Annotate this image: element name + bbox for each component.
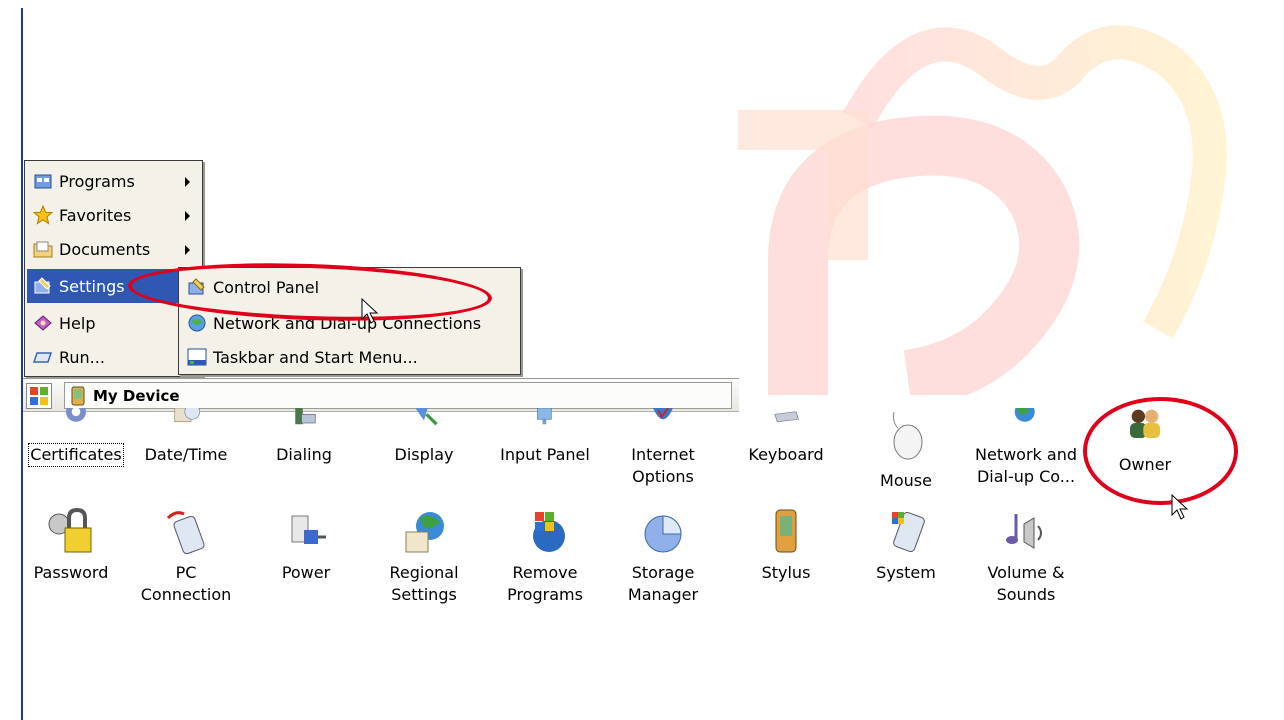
regional-settings-icon — [405, 512, 444, 553]
menu-item-run[interactable]: Run... — [27, 340, 200, 374]
windows-flag-icon — [30, 387, 48, 405]
mouse-icon — [893, 411, 923, 460]
menu-item-programs[interactable]: Programs — [27, 164, 200, 198]
watermark-logo — [738, 0, 1284, 395]
submenu-arrow-icon — [185, 177, 190, 187]
cp-item-system[interactable]: System — [850, 508, 962, 584]
cp-item-keyboard[interactable]: Keyboard — [730, 408, 842, 466]
network-dialup-icon — [1014, 408, 1035, 422]
left-border-rule — [21, 8, 23, 720]
display-icon — [415, 408, 438, 426]
remove-programs-icon — [533, 512, 565, 552]
dialing-icon — [295, 408, 316, 425]
menu-label: Help — [59, 313, 96, 333]
cp-item-power[interactable]: Power — [250, 508, 362, 584]
submenu-arrow-icon — [185, 211, 190, 221]
help-book-icon — [33, 313, 53, 333]
volume-sounds-icon — [1006, 514, 1042, 549]
storage-manager-icon — [644, 515, 682, 553]
mouse-cursor-icon — [361, 297, 379, 324]
menu-item-help[interactable]: Help — [27, 306, 200, 340]
run-icon — [32, 347, 53, 367]
cp-item-regional-settings[interactable]: Regional Settings — [368, 508, 480, 606]
mouse-cursor-icon — [1171, 493, 1189, 520]
cp-item-dialing[interactable]: Dialing — [248, 408, 360, 466]
cp-item-input-panel[interactable]: Input Panel — [489, 408, 601, 466]
password-lock-icon — [48, 508, 92, 553]
documents-folder-icon — [33, 239, 53, 259]
stylus-icon — [775, 509, 797, 553]
taskbar-task-my-device[interactable]: My Device — [64, 382, 732, 409]
annotation-ellipse-owner — [1083, 397, 1238, 505]
cp-item-stylus[interactable]: Stylus — [730, 508, 842, 584]
taskbar: My Device — [23, 378, 739, 412]
device-icon — [71, 386, 85, 405]
cp-item-display[interactable]: Display — [368, 408, 480, 466]
menu-item-documents[interactable]: Documents — [27, 232, 200, 266]
pc-connection-icon — [166, 511, 205, 555]
programs-icon — [33, 171, 53, 191]
menu-label: Documents — [59, 239, 151, 259]
cp-item-storage-manager[interactable]: Storage Manager — [607, 508, 719, 606]
menu-label: Settings — [59, 276, 125, 296]
internet-options-icon — [653, 408, 673, 420]
menu-label: Run... — [59, 347, 105, 367]
cp-item-remove-programs[interactable]: Remove Programs — [489, 508, 601, 606]
settings-icon — [33, 276, 53, 296]
power-plug-icon — [291, 515, 326, 544]
taskbar-icon — [187, 347, 207, 367]
start-button[interactable] — [26, 383, 52, 409]
cp-item-volume-sounds[interactable]: Volume & Sounds — [970, 508, 1082, 606]
cp-item-mouse[interactable]: Mouse — [850, 408, 962, 492]
input-panel-icon — [537, 408, 552, 425]
network-icon — [187, 313, 207, 333]
task-label: My Device — [93, 386, 180, 405]
favorites-star-icon — [32, 204, 54, 225]
cp-item-internet-options[interactable]: Internet Options — [607, 408, 719, 488]
menu-item-favorites[interactable]: Favorites — [27, 198, 200, 232]
submenu-item-taskbar[interactable]: Taskbar and Start Menu... — [183, 340, 516, 374]
cp-item-pc-connection[interactable]: PC Connection — [130, 508, 242, 606]
menu-label: Favorites — [59, 205, 132, 225]
submenu-arrow-icon — [185, 245, 190, 255]
cp-item-certificates[interactable]: Certificates — [20, 408, 132, 467]
cp-item-network-dialup[interactable]: Network and Dial-up Co... — [970, 408, 1082, 488]
menu-label: Programs — [59, 171, 135, 191]
keyboard-icon — [774, 411, 799, 423]
cp-item-date-time[interactable]: Date/Time — [130, 408, 242, 466]
cp-item-password[interactable]: Password — [15, 508, 127, 584]
certificates-icon — [66, 408, 86, 422]
submenu-label: Taskbar and Start Menu... — [213, 347, 418, 367]
system-icon — [892, 511, 925, 553]
date-time-icon — [174, 408, 201, 423]
